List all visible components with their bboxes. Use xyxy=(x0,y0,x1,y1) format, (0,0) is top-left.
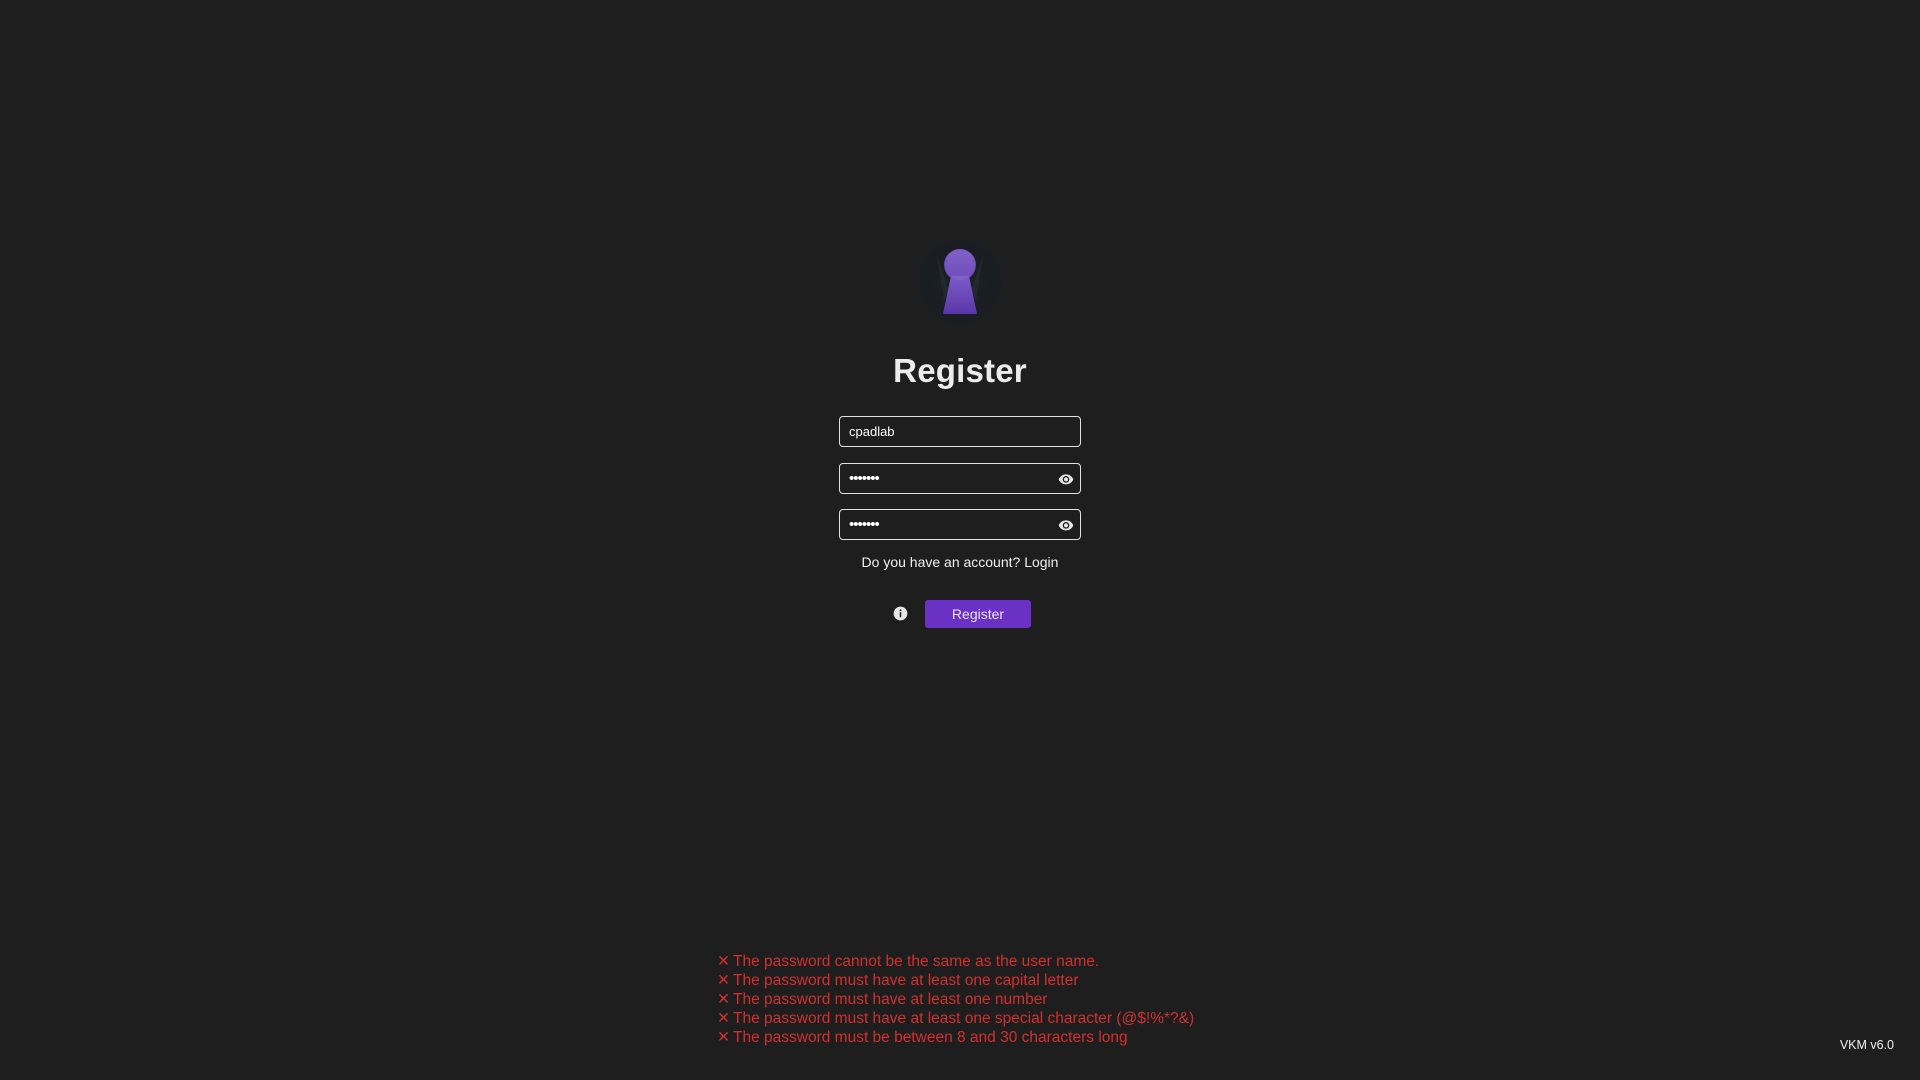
page-title: Register xyxy=(893,352,1027,389)
info-icon[interactable] xyxy=(893,606,908,621)
error-item: ✕ The password must have at least one cap… xyxy=(717,971,1194,990)
eye-icon[interactable] xyxy=(1058,517,1074,533)
register-page: Register Do you have an account? Login R… xyxy=(0,0,1920,1080)
error-x-icon: ✕ xyxy=(717,1010,730,1027)
error-item: ✕ The password must have at least one spe… xyxy=(717,1009,1194,1028)
account-prompt: Do you have an account? Login xyxy=(0,554,1920,570)
keyhole-logo xyxy=(911,234,1009,332)
error-item: ✕ The password must be between 8 and 30 c… xyxy=(717,1028,1194,1047)
account-prompt-text: Do you have an account? xyxy=(861,554,1021,570)
error-item: ✕ The password must have at least one num… xyxy=(717,990,1194,1009)
username-field[interactable] xyxy=(839,416,1081,447)
error-x-icon: ✕ xyxy=(717,991,730,1008)
keyhole-logo-icon xyxy=(912,235,1008,331)
error-x-icon: ✕ xyxy=(717,1029,730,1046)
register-button[interactable]: Register xyxy=(925,600,1031,628)
eye-icon[interactable] xyxy=(1058,471,1074,487)
error-text: The password must have at least one numb… xyxy=(733,991,1048,1008)
error-text: The password must be between 8 and 30 ch… xyxy=(733,1029,1128,1046)
error-text: The password must have at least one capi… xyxy=(733,972,1079,989)
confirm-password-input[interactable] xyxy=(849,510,1049,539)
username-input[interactable] xyxy=(849,417,1049,446)
error-text: The password must have at least one spec… xyxy=(733,1010,1195,1027)
error-text: The password cannot be the same as the u… xyxy=(733,953,1100,970)
password-error-list: ✕ The password cannot be the same as the … xyxy=(717,952,1194,1047)
error-x-icon: ✕ xyxy=(717,972,730,989)
password-field[interactable] xyxy=(839,463,1081,494)
error-x-icon: ✕ xyxy=(717,953,730,970)
password-input[interactable] xyxy=(849,464,1049,493)
login-link[interactable]: Login xyxy=(1024,554,1058,570)
error-item: ✕ The password cannot be the same as the … xyxy=(717,952,1194,971)
confirm-password-field[interactable] xyxy=(839,509,1081,540)
version-label: VKM v6.0 xyxy=(1839,1038,1894,1052)
